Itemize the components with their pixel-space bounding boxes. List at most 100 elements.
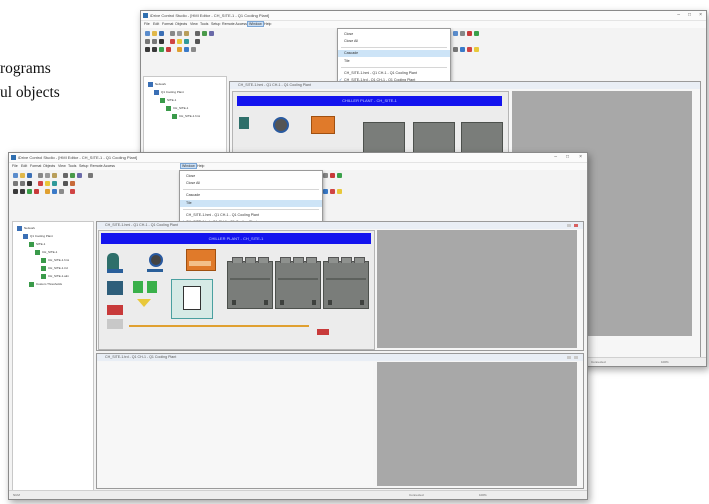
tool-h-icon[interactable] [337,189,342,194]
tree-item-trd[interactable]: CH_SITE-1.trd [48,266,68,270]
tree-item-site[interactable]: SITE-1 [167,98,176,102]
tree-item-hmi[interactable]: CH_SITE-1.hmi [179,114,200,118]
menu-file[interactable]: File [144,22,150,26]
tree-item-ch[interactable]: CH_SITE-1 [42,250,57,254]
copy-icon[interactable] [177,31,182,36]
subwindow-close-icon[interactable] [574,356,578,359]
shape-icon[interactable] [184,39,189,44]
menu-tools[interactable]: Tools [68,164,76,168]
run-icon[interactable] [27,189,32,194]
menu-item-tile[interactable]: Tile [338,58,450,65]
menu-help[interactable]: Help [264,22,271,26]
menu-objects[interactable]: Objects [175,22,187,26]
close-icon[interactable]: × [579,154,582,160]
save-icon[interactable] [27,173,32,178]
open-icon[interactable] [20,173,25,178]
stop-icon[interactable] [34,189,39,194]
tree-item-site[interactable]: SITE-1 [36,242,45,246]
menu-objects[interactable]: Objects [43,164,55,168]
trend-subwindow[interactable]: CH_SITE-1.trd - Q1 CH-1 - Q1 Cooling Pla… [96,353,584,489]
tree-item-thresholds[interactable]: Custom Thresholds [36,282,62,286]
front-app-window[interactable]: iDrive Control Studio - [HMI Editor - CH… [8,152,588,500]
undo-icon[interactable] [88,173,93,178]
tool-e-icon[interactable] [453,47,458,52]
align-left-icon[interactable] [145,39,150,44]
menu-format[interactable]: Format [162,22,173,26]
menu-remote-access[interactable]: Remote Access [222,22,247,26]
tree-item-alm[interactable]: CH_SITE-1.alm [48,274,69,278]
tool-c-icon[interactable] [467,31,472,36]
menu-item-close[interactable]: Close [180,173,322,180]
menu-remote-access[interactable]: Remote Access [90,164,115,168]
menu-item-cascade[interactable]: Cascade [338,50,450,57]
chart-icon[interactable] [52,189,57,194]
menu-setup[interactable]: Setup [211,22,220,26]
menu-item-cascade[interactable]: Cascade [180,192,322,199]
bold-icon[interactable] [159,39,164,44]
menu-tools[interactable]: Tools [200,22,208,26]
tool-d-icon[interactable] [337,173,342,178]
table-icon[interactable] [59,189,64,194]
tree-item-hmi[interactable]: CH_SITE-1.hmi [48,258,69,262]
tool-c-icon[interactable] [330,173,335,178]
minimize-icon[interactable]: – [554,154,557,160]
arrow-left-icon[interactable] [145,47,150,52]
menu-view[interactable]: View [190,22,198,26]
tool-g-icon[interactable] [330,189,335,194]
tool-f-icon[interactable] [323,189,328,194]
arrow-right-icon[interactable] [20,189,25,194]
menu-item-tile[interactable]: Tile [180,200,322,207]
print-icon[interactable] [195,31,200,36]
subwindow-minimize-icon[interactable] [567,356,571,359]
back-title-bar[interactable]: iDrive Control Studio - [HMI Editor - CH… [141,11,706,21]
tree-item-network[interactable]: Network [24,226,35,230]
zoom-icon[interactable] [77,173,82,178]
tool-h-icon[interactable] [474,47,479,52]
subwindow-minimize-icon[interactable] [567,224,571,227]
paste-icon[interactable] [52,173,57,178]
text-icon[interactable] [63,181,68,186]
menu-edit[interactable]: Edit [21,164,27,168]
maximize-icon[interactable]: □ [566,154,569,160]
menu-item-close[interactable]: Close [338,31,450,38]
zoom-icon[interactable] [209,31,214,36]
menu-item-close-all[interactable]: Close All [338,38,450,45]
tree-item-ch[interactable]: CH_SITE-1 [173,106,188,110]
front-tree-pane[interactable]: Network Q1 Cooling Plant SITE-1 CH_SITE-… [12,221,94,491]
grid-icon[interactable] [70,173,75,178]
fill-icon[interactable] [177,39,182,44]
close-icon[interactable]: × [699,12,702,18]
menu-window[interactable]: Window [247,21,264,27]
menu-item-window-1[interactable]: CH_SITE-1.hmi - Q1 CH-1 - Q1 Cooling Pla… [338,70,450,77]
cut-icon[interactable] [170,31,175,36]
layer-icon[interactable] [70,181,75,186]
table-icon[interactable] [191,47,196,52]
bold-icon[interactable] [27,181,32,186]
tree-item-network[interactable]: Network [155,82,166,86]
tool-a-icon[interactable] [453,31,458,36]
text-icon[interactable] [195,39,200,44]
minimize-icon[interactable]: – [677,12,680,18]
connect-icon[interactable] [45,189,50,194]
open-icon[interactable] [152,31,157,36]
alarm-icon[interactable] [70,189,75,194]
front-title-bar[interactable]: iDrive Control Studio - [HMI Editor - CH… [9,153,587,163]
copy-icon[interactable] [45,173,50,178]
tree-item-plant[interactable]: Q1 Cooling Plant [30,234,53,238]
new-icon[interactable] [13,173,18,178]
arrow-right-icon[interactable] [152,47,157,52]
menu-edit[interactable]: Edit [153,22,159,26]
menu-setup[interactable]: Setup [79,164,88,168]
tool-b-icon[interactable] [323,173,328,178]
align-left-icon[interactable] [13,181,18,186]
arrow-left-icon[interactable] [13,189,18,194]
front-hmi-subwindow[interactable]: CH_SITE-1.hmi - Q1 CH-1 - Q1 Cooling Pla… [96,221,584,351]
fill-icon[interactable] [45,181,50,186]
color-icon[interactable] [170,39,175,44]
subwindow-close-icon[interactable] [574,224,578,227]
align-center-icon[interactable] [152,39,157,44]
menu-window[interactable]: Window [180,163,197,169]
align-center-icon[interactable] [20,181,25,186]
menu-help[interactable]: Help [197,164,204,168]
stop-icon[interactable] [166,47,171,52]
